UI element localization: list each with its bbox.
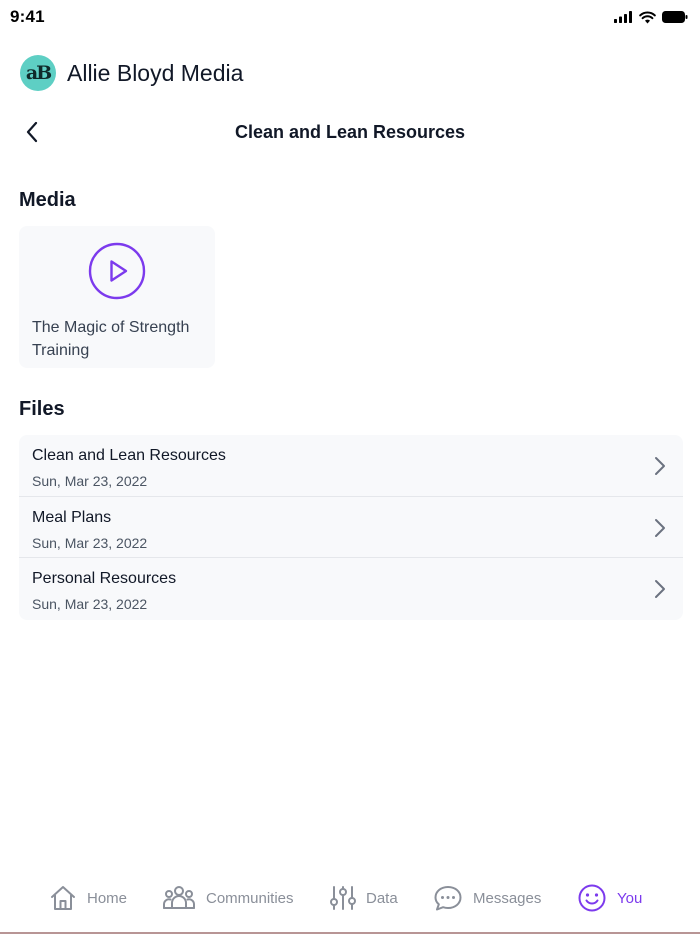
- tab-data[interactable]: Data: [330, 884, 398, 912]
- tab-messages[interactable]: Messages: [433, 884, 541, 912]
- chat-bubble-icon: [434, 886, 462, 911]
- files-section-title: Files: [19, 398, 65, 420]
- status-bar: 9:41: [0, 0, 700, 34]
- nav-header: Clean and Lean Resources: [0, 112, 700, 152]
- brand-name: Allie Bloyd Media: [67, 59, 244, 86]
- file-row[interactable]: Clean and Lean Resources Sun, Mar 23, 20…: [19, 435, 683, 497]
- brand: aB Allie Bloyd Media: [20, 55, 243, 91]
- media-card-title: The Magic of Strength Training: [32, 319, 190, 359]
- file-name: Personal Resources: [32, 570, 177, 587]
- sliders-icon: [330, 886, 356, 910]
- file-list: Clean and Lean Resources Sun, Mar 23, 20…: [19, 435, 683, 620]
- home-icon: [51, 886, 75, 910]
- file-row[interactable]: Meal Plans Sun, Mar 23, 2022: [19, 497, 683, 558]
- file-date: Sun, Mar 23, 2022: [32, 473, 148, 489]
- chevron-right-icon: [655, 518, 665, 537]
- media-section-title: Media: [19, 189, 76, 211]
- play-icon: [88, 242, 146, 300]
- file-name: Clean and Lean Resources: [32, 447, 226, 464]
- file-date: Sun, Mar 23, 2022: [32, 596, 148, 612]
- tab-communities[interactable]: Communities: [162, 884, 294, 912]
- battery-icon: [662, 11, 688, 23]
- wifi-icon: [639, 10, 656, 23]
- brand-logo: aB: [20, 55, 56, 91]
- file-date: Sun, Mar 23, 2022: [32, 534, 148, 551]
- chevron-right-icon: [655, 580, 665, 598]
- tab-you[interactable]: You: [577, 883, 642, 913]
- media-card[interactable]: The Magic of Strength Training: [19, 226, 215, 368]
- tab-label: You: [617, 889, 643, 907]
- tab-home[interactable]: Home: [49, 884, 127, 912]
- status-time: 9:41: [10, 7, 45, 26]
- tab-label: Communities: [206, 889, 294, 907]
- tab-label: Messages: [473, 889, 542, 907]
- tab-label: Data: [366, 889, 398, 907]
- page-title: Clean and Lean Resources: [234, 122, 466, 142]
- smiley-icon: [578, 884, 606, 912]
- chevron-right-icon: [655, 457, 665, 475]
- signal-icon: [614, 11, 632, 23]
- tab-label: Home: [87, 889, 128, 907]
- users-icon: [163, 886, 195, 909]
- tab-bar: Home Communities Data Messages You: [0, 866, 700, 930]
- file-name: Meal Plans: [32, 508, 112, 526]
- status-icons: [614, 10, 688, 24]
- file-row[interactable]: Personal Resources Sun, Mar 23, 2022: [19, 558, 683, 620]
